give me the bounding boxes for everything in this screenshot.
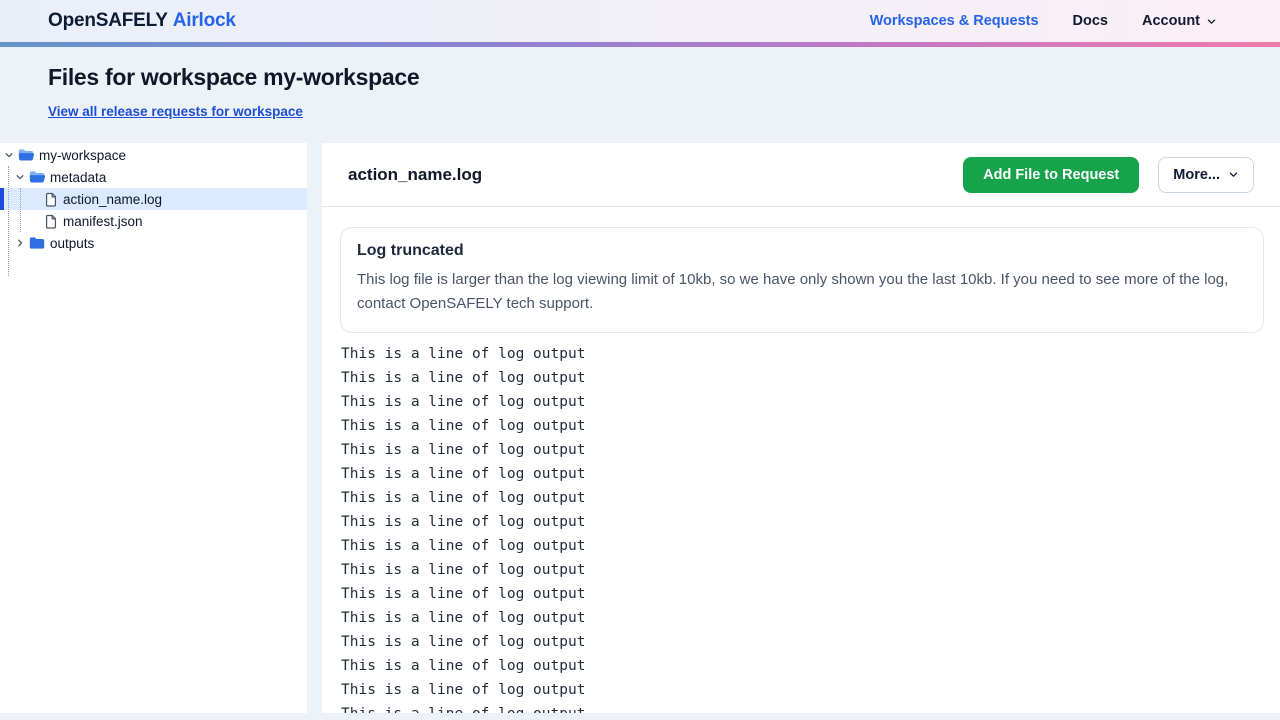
file-tree-panel: my-workspace metadata action_name.log ma…: [0, 143, 307, 713]
file-icon: [45, 214, 58, 229]
tree-item-label: outputs: [50, 236, 94, 251]
tree-item-label: my-workspace: [39, 148, 126, 163]
nav-link-docs[interactable]: Docs: [1073, 13, 1108, 29]
folder-closed-icon: [29, 236, 45, 250]
more-menu-label: More...: [1173, 167, 1220, 183]
tree-item-metadata[interactable]: metadata: [0, 166, 307, 188]
content-area: my-workspace metadata action_name.log ma…: [0, 143, 1280, 713]
tree-item-label: manifest.json: [63, 214, 143, 229]
chevron-down-icon: [1228, 169, 1239, 180]
file-icon: [45, 192, 58, 207]
add-file-to-request-button[interactable]: Add File to Request: [963, 157, 1139, 193]
brand-logo[interactable]: OpenSAFELYAirlock: [48, 10, 236, 32]
tree-item-label: metadata: [50, 170, 106, 185]
page-header: Files for workspace my-workspace View al…: [0, 47, 1280, 143]
brand-primary: OpenSAFELY: [48, 10, 168, 31]
nav-link-workspaces[interactable]: Workspaces & Requests: [870, 13, 1039, 29]
top-nav: OpenSAFELYAirlock Workspaces & Requests …: [0, 0, 1280, 42]
log-truncated-notice: Log truncated This log file is larger th…: [340, 227, 1264, 333]
folder-open-icon: [18, 148, 34, 162]
folder-open-icon: [29, 170, 45, 184]
page-title: Files for workspace my-workspace: [48, 64, 1232, 91]
chevron-down-icon[interactable]: [14, 172, 25, 182]
more-menu-button[interactable]: More...: [1158, 157, 1254, 193]
notice-body: This log file is larger than the log vie…: [357, 268, 1247, 316]
tree-item-label: action_name.log: [63, 192, 162, 207]
chevron-down-icon: [1206, 16, 1217, 27]
file-view-header: action_name.log Add File to Request More…: [322, 143, 1280, 207]
view-release-requests-link[interactable]: View all release requests for workspace: [48, 104, 303, 119]
log-output: This is a line of log output This is a l…: [340, 342, 1264, 713]
tree-item-manifest-json[interactable]: manifest.json: [0, 210, 307, 232]
file-actions: Add File to Request More...: [963, 157, 1254, 193]
chevron-down-icon[interactable]: [3, 150, 14, 160]
tree-item-action-name-log[interactable]: action_name.log: [0, 188, 307, 210]
brand-secondary: Airlock: [173, 10, 236, 31]
chevron-right-icon[interactable]: [14, 238, 25, 248]
nav-link-account-label: Account: [1142, 13, 1200, 29]
notice-title: Log truncated: [357, 242, 1247, 260]
file-title: action_name.log: [348, 165, 482, 185]
nav-link-account[interactable]: Account: [1142, 13, 1217, 29]
tree-item-outputs[interactable]: outputs: [0, 232, 307, 254]
tree-item-my-workspace[interactable]: my-workspace: [0, 144, 307, 166]
file-view-panel: action_name.log Add File to Request More…: [322, 143, 1280, 713]
nav-links: Workspaces & Requests Docs Account: [870, 13, 1217, 29]
file-view-body: Log truncated This log file is larger th…: [322, 207, 1280, 713]
